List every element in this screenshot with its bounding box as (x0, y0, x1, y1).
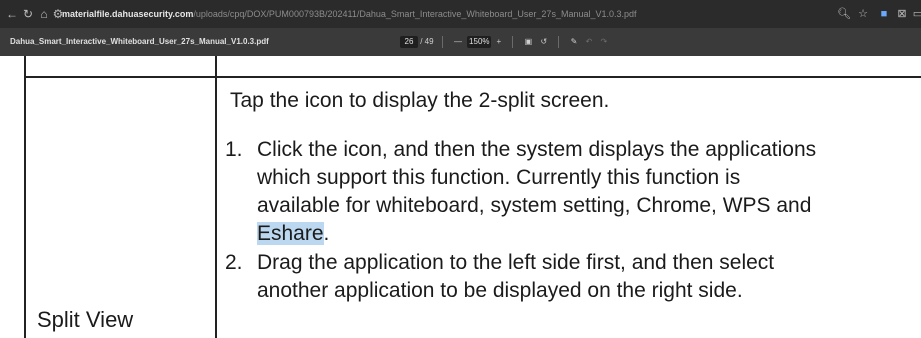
redo-icon[interactable]: ↷ (601, 28, 608, 56)
reload-icon[interactable]: ↻ (20, 5, 36, 23)
back-icon[interactable]: ← (4, 5, 20, 23)
step-line: Click the icon, and then the system disp… (257, 138, 817, 161)
rotate-icon[interactable]: ↺ (540, 28, 547, 56)
pdf-toolbar: Dahua_Smart_Interactive_Whiteboard_User_… (0, 28, 921, 56)
table-border-left (24, 56, 26, 338)
menu-icon[interactable]: ▭ (910, 5, 921, 23)
fit-page-icon[interactable]: ▣ (525, 28, 533, 56)
table-row-divider (24, 76, 921, 78)
extensions-icon[interactable]: ■ (876, 5, 892, 23)
step-line: Eshare. (257, 220, 816, 248)
step-line: available for whiteboard, system setting… (257, 194, 812, 217)
row-label: Split View (37, 307, 134, 332)
step-line: which support this function. Currently t… (257, 166, 741, 189)
zoom-level-input[interactable]: 150% (467, 36, 492, 48)
step-line: another application to be displayed on t… (257, 279, 743, 302)
address-path: /uploads/cpq/DOX/PUM000793B/202411/Dahua… (193, 9, 637, 19)
pdf-page-controls: 26 / 49 — 150% + ▣ ↺ ✎ ↶ ↷ (400, 28, 610, 56)
step-line-end: . (323, 222, 330, 245)
browser-toolbar: ← ↻ ⌂ ⚙ materialfile.dahuasecurity.com/u… (0, 0, 921, 28)
toolbar-divider (558, 36, 560, 48)
zoom-icon[interactable]: 🔍︎ (836, 5, 852, 23)
table-column-divider (215, 56, 217, 338)
annotate-pen-icon[interactable]: ✎ (571, 28, 578, 56)
page-number-input[interactable]: 26 (400, 36, 418, 48)
toolbar-divider (441, 36, 443, 48)
zoom-out-button[interactable]: — (454, 28, 462, 56)
toolbar-divider (512, 36, 514, 48)
pdf-page: Split View Tap the icon to display the 2… (0, 56, 921, 338)
page-total: / 49 (420, 37, 434, 47)
step-number: 1. (225, 138, 243, 161)
zoom-in-button[interactable]: + (497, 28, 502, 56)
profile-icon[interactable]: ⊠ (894, 5, 910, 23)
bookmark-star-icon[interactable]: ☆ (855, 5, 871, 23)
text-selection-highlight[interactable]: Eshare (257, 222, 324, 245)
step-line: Drag the application to the left side fi… (257, 251, 775, 274)
description-intro: Tap the icon to display the 2-split scre… (230, 89, 610, 112)
undo-icon[interactable]: ↶ (586, 28, 593, 56)
step-number: 2. (225, 251, 243, 274)
address-host: materialfile.dahuasecurity.com (62, 9, 194, 19)
address-bar[interactable]: materialfile.dahuasecurity.com/uploads/c… (62, 5, 822, 23)
pdf-file-name: Dahua_Smart_Interactive_Whiteboard_User_… (10, 37, 269, 46)
